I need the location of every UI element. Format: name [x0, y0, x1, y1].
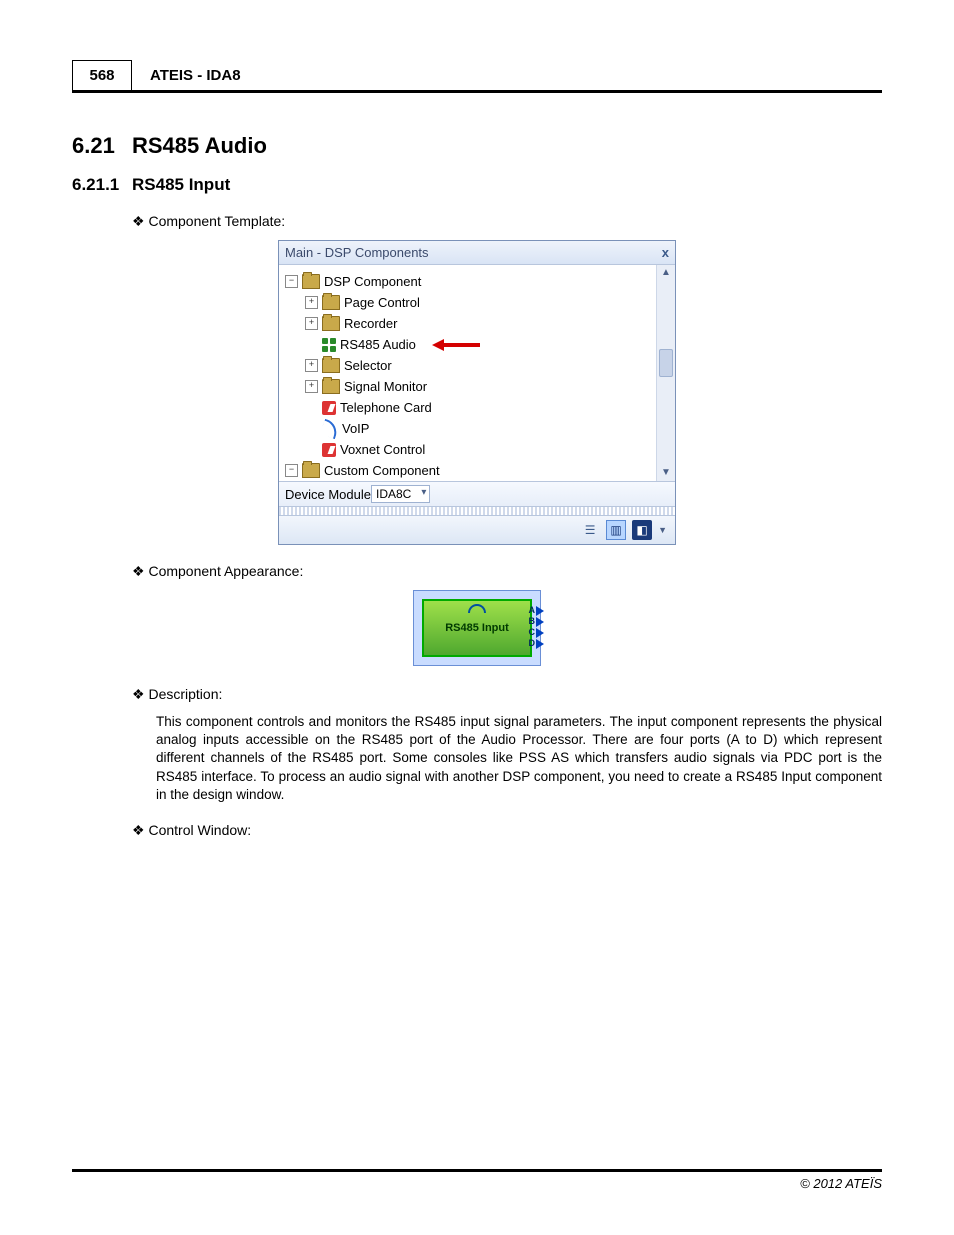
tree-root-label: DSP Component	[324, 274, 421, 289]
voxnet-icon	[322, 443, 336, 457]
device-module-row: Device Module IDA8C	[279, 481, 675, 506]
loop-icon	[468, 604, 486, 613]
tree-item-label: Voxnet Control	[340, 442, 425, 457]
expand-icon[interactable]: +	[305, 380, 318, 393]
tree-item[interactable]: + Signal Monitor	[283, 376, 652, 397]
device-module-select[interactable]: IDA8C	[371, 485, 430, 503]
port-label: C	[529, 627, 536, 638]
grid-icon	[322, 338, 336, 352]
tree-root[interactable]: − DSP Component	[283, 271, 652, 292]
subsection-number: 6.21.1	[72, 175, 132, 195]
tree-item[interactable]: VoIP	[283, 418, 652, 439]
expand-icon[interactable]: +	[305, 296, 318, 309]
tree-item-label: Telephone Card	[340, 400, 432, 415]
collapse-icon[interactable]: −	[285, 464, 298, 477]
rs485-input-component[interactable]: RS485 Input A B C D	[422, 599, 532, 657]
tree-item[interactable]: + Recorder	[283, 313, 652, 334]
port-icon[interactable]	[536, 617, 544, 627]
section-title: RS485 Audio	[132, 133, 267, 158]
expand-icon[interactable]: +	[305, 317, 318, 330]
grid-view-icon[interactable]: ▥	[606, 520, 626, 540]
subsection-title: RS485 Input	[132, 175, 230, 194]
highlight-arrow-icon	[432, 339, 480, 351]
voip-icon	[320, 418, 341, 439]
section-number: 6.21	[72, 133, 132, 159]
panel-grip[interactable]	[279, 506, 675, 516]
folder-icon	[322, 358, 340, 373]
bullet-template: Component Template:	[132, 213, 882, 230]
tree-item-label: Selector	[344, 358, 392, 373]
port-icon[interactable]	[536, 628, 544, 638]
tree-item[interactable]: + Selector	[283, 355, 652, 376]
dropdown-icon[interactable]: ▼	[658, 525, 667, 535]
folder-icon	[322, 295, 340, 310]
folder-icon	[322, 316, 340, 331]
port-icon[interactable]	[536, 639, 544, 649]
list-view-icon[interactable]: ☰	[580, 520, 600, 540]
page-footer: © 2012 ATEÏS	[72, 1169, 882, 1191]
component-tree[interactable]: − DSP Component + Page Control + Recorde…	[279, 265, 656, 481]
bullet-description: Description:	[132, 686, 882, 703]
tree-item-label: Recorder	[344, 316, 397, 331]
page-header: 568 ATEIS - IDA8	[72, 60, 882, 93]
panel-title-text: Main - DSP Components	[285, 245, 429, 260]
components-panel: Main - DSP Components x − DSP Component …	[278, 240, 676, 545]
close-icon[interactable]: x	[662, 245, 669, 260]
device-module-label: Device Module	[285, 487, 371, 502]
doc-title: ATEIS - IDA8	[132, 60, 241, 90]
folder-icon	[302, 463, 320, 478]
telephone-icon	[322, 401, 336, 415]
tree-root[interactable]: − Custom Component	[283, 460, 652, 481]
component-label: RS485 Input	[445, 622, 509, 634]
component-preview-frame: RS485 Input A B C D	[413, 590, 541, 666]
scroll-down-icon[interactable]: ▼	[657, 465, 675, 481]
description-text: This component controls and monitors the…	[156, 713, 882, 804]
scroll-up-icon[interactable]: ▲	[657, 265, 675, 281]
expand-icon[interactable]: +	[305, 359, 318, 372]
panel-toolbar: ☰ ▥ ◧ ▼	[279, 516, 675, 544]
tree-item-rs485-audio[interactable]: RS485 Audio	[283, 334, 652, 355]
section-heading: 6.21RS485 Audio	[72, 133, 882, 159]
port-label: B	[529, 616, 536, 627]
collapse-icon[interactable]: −	[285, 275, 298, 288]
settings-icon[interactable]: ◧	[632, 520, 652, 540]
tree-item-label: Page Control	[344, 295, 420, 310]
scroll-thumb[interactable]	[659, 349, 673, 377]
port-label: A	[529, 605, 536, 616]
tree-item[interactable]: + Page Control	[283, 292, 652, 313]
panel-titlebar: Main - DSP Components x	[279, 241, 675, 265]
port-label: D	[529, 638, 536, 649]
folder-icon	[302, 274, 320, 289]
subsection-heading: 6.21.1RS485 Input	[72, 175, 882, 195]
tree-item[interactable]: Voxnet Control	[283, 439, 652, 460]
tree-root-label: Custom Component	[324, 463, 440, 478]
tree-item-label: VoIP	[342, 421, 369, 436]
bullet-control: Control Window:	[132, 822, 882, 839]
component-ports: A B C D	[529, 605, 545, 649]
tree-item-label: RS485 Audio	[340, 337, 416, 352]
scrollbar[interactable]: ▲ ▼	[656, 265, 675, 481]
folder-icon	[322, 379, 340, 394]
port-icon[interactable]	[536, 606, 544, 616]
tree-item-label: Signal Monitor	[344, 379, 427, 394]
page-number: 568	[72, 60, 132, 90]
bullet-appearance: Component Appearance:	[132, 563, 882, 580]
tree-item[interactable]: Telephone Card	[283, 397, 652, 418]
